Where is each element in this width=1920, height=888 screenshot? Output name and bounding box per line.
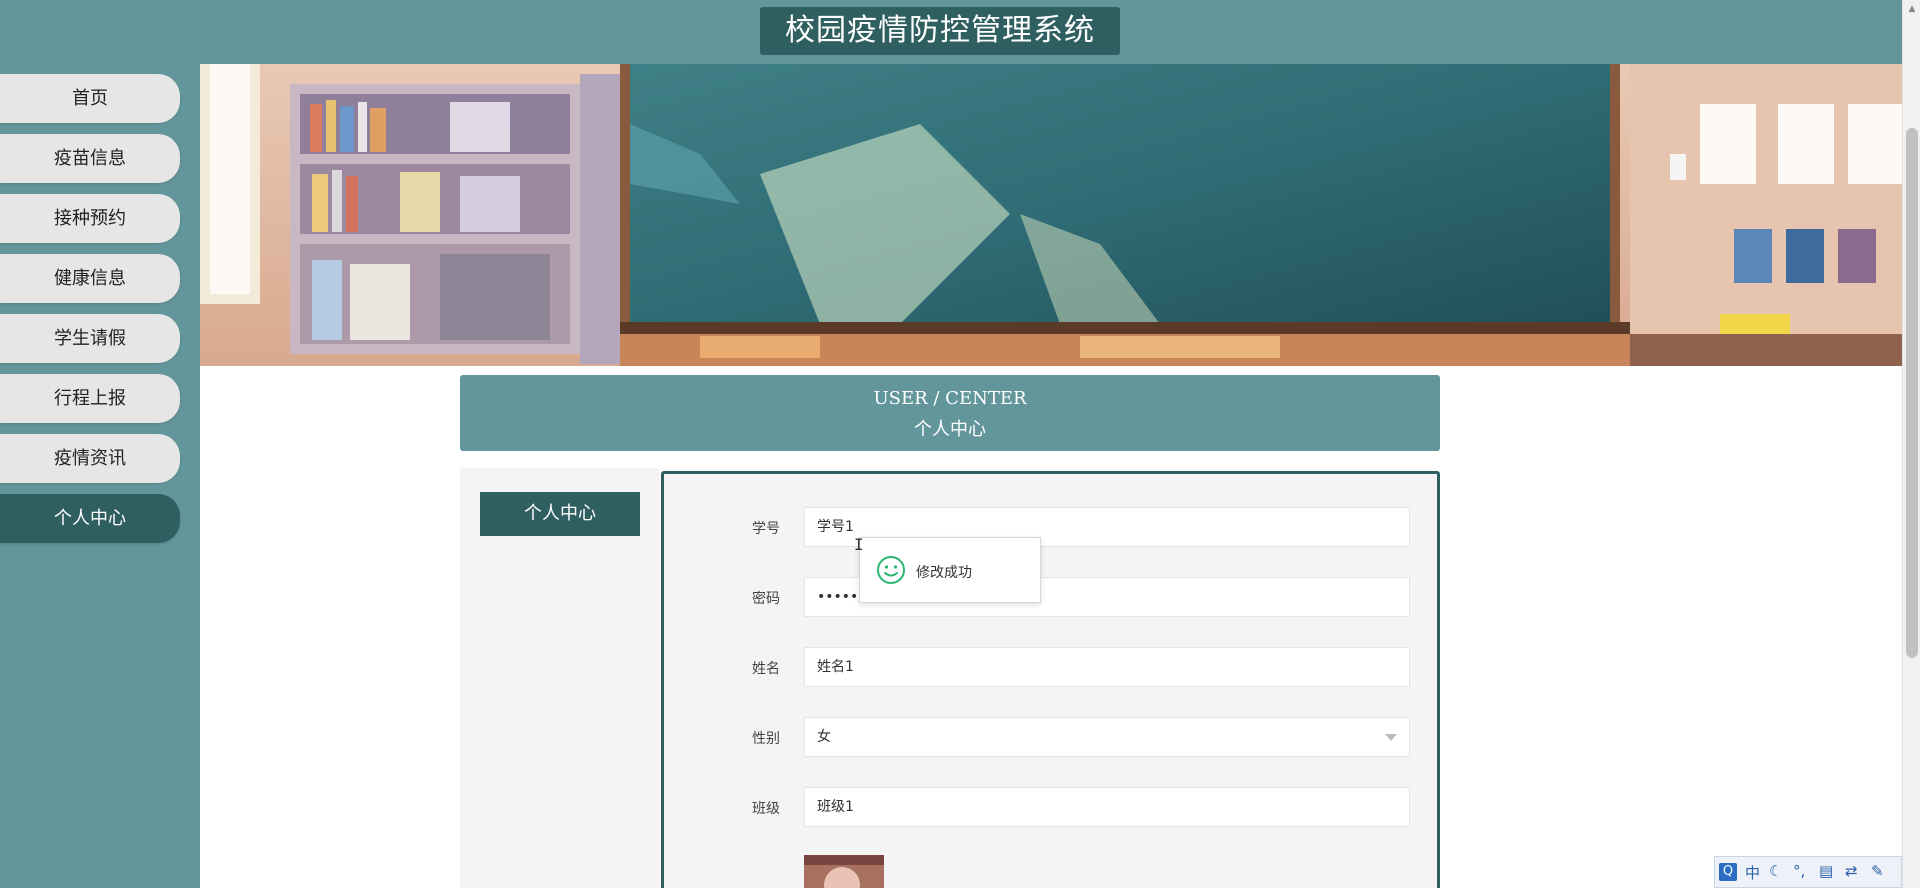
chevron-down-icon bbox=[1385, 734, 1397, 741]
gender-label: 性别 bbox=[752, 731, 780, 747]
classroom-illustration bbox=[200, 64, 1902, 366]
ime-logo-icon[interactable]: Q bbox=[1719, 863, 1737, 881]
avatar-photo bbox=[804, 855, 884, 888]
success-toast: 修改成功 bbox=[859, 537, 1041, 603]
gender-select[interactable]: 女 bbox=[804, 717, 1410, 757]
sidebar: 首页 疫苗信息 接种预约 健康信息 学生请假 行程上报 疫情资讯 个人中心 bbox=[0, 64, 200, 888]
avatar[interactable] bbox=[804, 855, 884, 888]
text-cursor-icon: I bbox=[854, 535, 864, 554]
moon-icon[interactable]: ☾ bbox=[1769, 862, 1782, 880]
header-title-en: USER / CENTER bbox=[873, 388, 1027, 409]
gender-value: 女 bbox=[817, 729, 831, 745]
name-input[interactable]: 姓名1 bbox=[804, 647, 1410, 687]
class-label: 班级 bbox=[752, 801, 780, 817]
page: 校园疫情防控管理系统 首页 疫苗信息 接种预约 健康信息 学生请假 行程上报 疫… bbox=[0, 0, 1920, 888]
name-label: 姓名 bbox=[752, 661, 780, 677]
scroll-up-icon[interactable]: ▲ bbox=[1907, 4, 1917, 14]
student-id-label: 学号 bbox=[752, 521, 780, 537]
simplified-traditional-icon[interactable]: ⇄ bbox=[1845, 862, 1858, 880]
class-input[interactable]: 班级1 bbox=[804, 787, 1410, 827]
ime-toolbar[interactable]: Q 中 ☾ °, ▤ ⇄ ✎ bbox=[1714, 856, 1902, 888]
tab-personal-center[interactable]: 个人中心 bbox=[480, 492, 640, 536]
sidebar-item-vaccination-appointment[interactable]: 接种预约 bbox=[0, 194, 180, 243]
top-bar: 校园疫情防控管理系统 bbox=[0, 0, 1902, 64]
user-center-menu: 个人中心 bbox=[460, 468, 660, 888]
sidebar-item-home[interactable]: 首页 bbox=[0, 74, 180, 123]
scrollbar[interactable]: ▲ bbox=[1902, 0, 1920, 888]
toast-message: 修改成功 bbox=[916, 565, 972, 581]
user-center-header: USER / CENTER 个人中心 bbox=[460, 375, 1440, 451]
app-title: 校园疫情防控管理系统 bbox=[760, 7, 1120, 55]
sidebar-item-personal-center[interactable]: 个人中心 bbox=[0, 494, 180, 543]
keyboard-icon[interactable]: ▤ bbox=[1819, 862, 1833, 880]
profile-form: 学号 学号1 密码 •••••• 姓名 姓名1 性别 女 班级 班级1 bbox=[661, 471, 1440, 888]
sidebar-item-student-leave[interactable]: 学生请假 bbox=[0, 314, 180, 363]
sidebar-item-epidemic-news[interactable]: 疫情资讯 bbox=[0, 434, 180, 483]
sidebar-item-itinerary-report[interactable]: 行程上报 bbox=[0, 374, 180, 423]
smile-icon bbox=[877, 556, 905, 584]
sidebar-item-vaccine-info[interactable]: 疫苗信息 bbox=[0, 134, 180, 183]
punctuation-icon[interactable]: °, bbox=[1793, 862, 1805, 880]
header-title-cn: 个人中心 bbox=[914, 419, 986, 440]
sidebar-item-health-info[interactable]: 健康信息 bbox=[0, 254, 180, 303]
scroll-thumb[interactable] bbox=[1906, 128, 1918, 658]
password-label: 密码 bbox=[752, 591, 780, 607]
wrench-icon[interactable]: ✎ bbox=[1871, 862, 1884, 880]
banner-image bbox=[200, 64, 1902, 366]
ime-mode-toggle[interactable]: 中 bbox=[1745, 862, 1760, 883]
